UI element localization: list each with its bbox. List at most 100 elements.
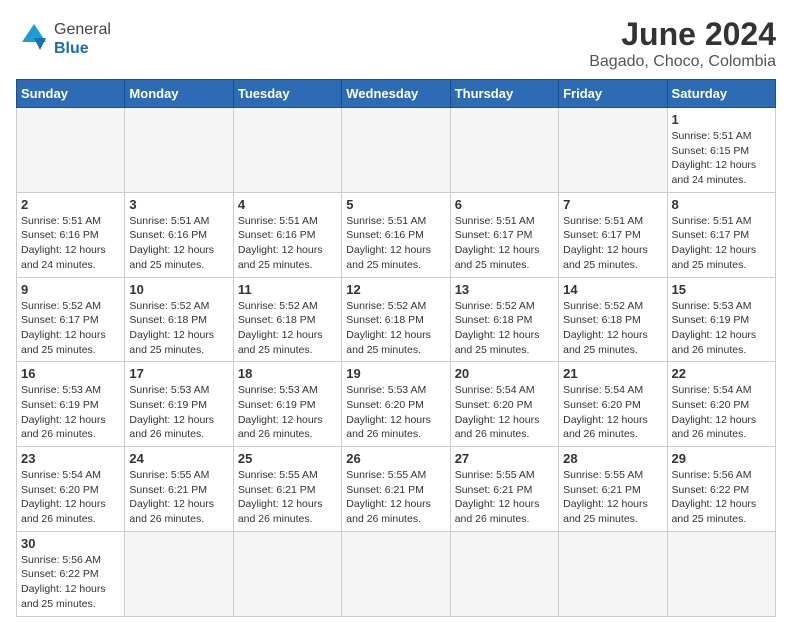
day-info: Sunrise: 5:51 AM Sunset: 6:17 PM Dayligh… (672, 214, 771, 273)
day-number: 29 (672, 451, 771, 466)
calendar-cell (233, 108, 341, 193)
calendar-cell: 22 Sunrise: 5:54 AM Sunset: 6:20 PM Dayli… (667, 362, 775, 447)
weekday-header-thursday: Thursday (450, 80, 558, 108)
week-row-4: 16 Sunrise: 5:53 AM Sunset: 6:19 PM Dayli… (17, 362, 776, 447)
calendar-cell: 19Sunrise: 5:53 AM Sunset: 6:20 PM Dayli… (342, 362, 450, 447)
day-number: 5 (346, 197, 445, 212)
calendar-cell (233, 531, 341, 616)
day-info: Sunrise: 5:51 AM Sunset: 6:15 PM Dayligh… (672, 129, 771, 188)
calendar-cell: 15 Sunrise: 5:53 AM Sunset: 6:19 PM Dayli… (667, 277, 775, 362)
day-number: 23 (21, 451, 120, 466)
calendar-cell: 24Sunrise: 5:55 AM Sunset: 6:21 PM Dayli… (125, 447, 233, 532)
day-info: Sunrise: 5:52 AM Sunset: 6:18 PM Dayligh… (238, 299, 337, 358)
day-info: Sunrise: 5:55 AM Sunset: 6:21 PM Dayligh… (346, 468, 445, 527)
day-number: 12 (346, 282, 445, 297)
calendar-cell: 27Sunrise: 5:55 AM Sunset: 6:21 PM Dayli… (450, 447, 558, 532)
day-info: Sunrise: 5:55 AM Sunset: 6:21 PM Dayligh… (238, 468, 337, 527)
calendar-cell (559, 108, 667, 193)
day-info: Sunrise: 5:55 AM Sunset: 6:21 PM Dayligh… (563, 468, 662, 527)
title-block: June 2024 Bagado, Choco, Colombia (589, 16, 776, 71)
calendar-cell: 21 Sunrise: 5:54 AM Sunset: 6:20 PM Dayli… (559, 362, 667, 447)
day-number: 1 (672, 112, 771, 127)
calendar-cell (667, 531, 775, 616)
day-number: 11 (238, 282, 337, 297)
calendar-cell (125, 108, 233, 193)
page-header: General Blue June 2024 Bagado, Choco, Co… (16, 16, 776, 71)
month-title: June 2024 (589, 16, 776, 53)
day-info: Sunrise: 5:51 AM Sunset: 6:16 PM Dayligh… (21, 214, 120, 273)
calendar-cell: 4 Sunrise: 5:51 AM Sunset: 6:16 PM Daylig… (233, 192, 341, 277)
calendar-cell (17, 108, 125, 193)
day-info: Sunrise: 5:56 AM Sunset: 6:22 PM Dayligh… (672, 468, 771, 527)
week-row-5: 23Sunrise: 5:54 AM Sunset: 6:20 PM Dayli… (17, 447, 776, 532)
day-info: Sunrise: 5:54 AM Sunset: 6:20 PM Dayligh… (672, 383, 771, 442)
calendar-cell (125, 531, 233, 616)
day-number: 9 (21, 282, 120, 297)
day-number: 17 (129, 366, 228, 381)
day-number: 24 (129, 451, 228, 466)
day-info: Sunrise: 5:52 AM Sunset: 6:17 PM Dayligh… (21, 299, 120, 358)
calendar-cell: 13Sunrise: 5:52 AM Sunset: 6:18 PM Dayli… (450, 277, 558, 362)
day-number: 30 (21, 536, 120, 551)
calendar-cell: 14Sunrise: 5:52 AM Sunset: 6:18 PM Dayli… (559, 277, 667, 362)
day-number: 19 (346, 366, 445, 381)
calendar-cell: 9 Sunrise: 5:52 AM Sunset: 6:17 PM Daylig… (17, 277, 125, 362)
day-number: 2 (21, 197, 120, 212)
day-number: 4 (238, 197, 337, 212)
day-number: 6 (455, 197, 554, 212)
calendar-cell: 3Sunrise: 5:51 AM Sunset: 6:16 PM Daylig… (125, 192, 233, 277)
day-info: Sunrise: 5:51 AM Sunset: 6:17 PM Dayligh… (455, 214, 554, 273)
day-info: Sunrise: 5:53 AM Sunset: 6:19 PM Dayligh… (129, 383, 228, 442)
day-number: 18 (238, 366, 337, 381)
day-number: 22 (672, 366, 771, 381)
week-row-3: 9 Sunrise: 5:52 AM Sunset: 6:17 PM Daylig… (17, 277, 776, 362)
calendar-cell (342, 108, 450, 193)
day-number: 16 (21, 366, 120, 381)
day-info: Sunrise: 5:52 AM Sunset: 6:18 PM Dayligh… (455, 299, 554, 358)
day-number: 15 (672, 282, 771, 297)
day-info: Sunrise: 5:53 AM Sunset: 6:19 PM Dayligh… (238, 383, 337, 442)
day-number: 10 (129, 282, 228, 297)
week-row-2: 2 Sunrise: 5:51 AM Sunset: 6:16 PM Daylig… (17, 192, 776, 277)
day-info: Sunrise: 5:54 AM Sunset: 6:20 PM Dayligh… (563, 383, 662, 442)
weekday-header-wednesday: Wednesday (342, 80, 450, 108)
day-number: 21 (563, 366, 662, 381)
day-info: Sunrise: 5:52 AM Sunset: 6:18 PM Dayligh… (346, 299, 445, 358)
day-info: Sunrise: 5:51 AM Sunset: 6:16 PM Dayligh… (238, 214, 337, 273)
calendar-cell: 6 Sunrise: 5:51 AM Sunset: 6:17 PM Daylig… (450, 192, 558, 277)
calendar-cell: 16Sunrise: 5:53 AM Sunset: 6:19 PM Dayli… (17, 362, 125, 447)
logo: General Blue (16, 16, 106, 66)
day-number: 28 (563, 451, 662, 466)
day-number: 26 (346, 451, 445, 466)
calendar-cell: 8Sunrise: 5:51 AM Sunset: 6:17 PM Daylig… (667, 192, 775, 277)
day-number: 20 (455, 366, 554, 381)
logo-svg-icon (16, 22, 52, 58)
location-title: Bagado, Choco, Colombia (589, 53, 776, 71)
day-number: 3 (129, 197, 228, 212)
day-info: Sunrise: 5:56 AM Sunset: 6:22 PM Dayligh… (21, 553, 120, 612)
week-row-1: 1 Sunrise: 5:51 AM Sunset: 6:15 PM Daylig… (17, 108, 776, 193)
calendar-cell: 26 Sunrise: 5:55 AM Sunset: 6:21 PM Dayli… (342, 447, 450, 532)
calendar-cell: 28 Sunrise: 5:55 AM Sunset: 6:21 PM Dayli… (559, 447, 667, 532)
weekday-header-row: SundayMondayTuesdayWednesdayThursdayFrid… (17, 80, 776, 108)
weekday-header-friday: Friday (559, 80, 667, 108)
weekday-header-tuesday: Tuesday (233, 80, 341, 108)
calendar-cell: 23Sunrise: 5:54 AM Sunset: 6:20 PM Dayli… (17, 447, 125, 532)
calendar-cell: 2 Sunrise: 5:51 AM Sunset: 6:16 PM Daylig… (17, 192, 125, 277)
day-info: Sunrise: 5:51 AM Sunset: 6:17 PM Dayligh… (563, 214, 662, 273)
calendar-cell: 5Sunrise: 5:51 AM Sunset: 6:16 PM Daylig… (342, 192, 450, 277)
calendar-cell (450, 531, 558, 616)
day-info: Sunrise: 5:53 AM Sunset: 6:19 PM Dayligh… (672, 299, 771, 358)
logo-blue-text: Blue (54, 39, 111, 58)
calendar-cell: 11 Sunrise: 5:52 AM Sunset: 6:18 PM Dayli… (233, 277, 341, 362)
day-number: 27 (455, 451, 554, 466)
weekday-header-saturday: Saturday (667, 80, 775, 108)
calendar-cell: 7Sunrise: 5:51 AM Sunset: 6:17 PM Daylig… (559, 192, 667, 277)
calendar-cell (342, 531, 450, 616)
day-number: 25 (238, 451, 337, 466)
calendar-cell: 12 Sunrise: 5:52 AM Sunset: 6:18 PM Dayli… (342, 277, 450, 362)
calendar-cell: 20Sunrise: 5:54 AM Sunset: 6:20 PM Dayli… (450, 362, 558, 447)
calendar-cell: 1 Sunrise: 5:51 AM Sunset: 6:15 PM Daylig… (667, 108, 775, 193)
calendar-cell: 25 Sunrise: 5:55 AM Sunset: 6:21 PM Dayli… (233, 447, 341, 532)
day-number: 14 (563, 282, 662, 297)
